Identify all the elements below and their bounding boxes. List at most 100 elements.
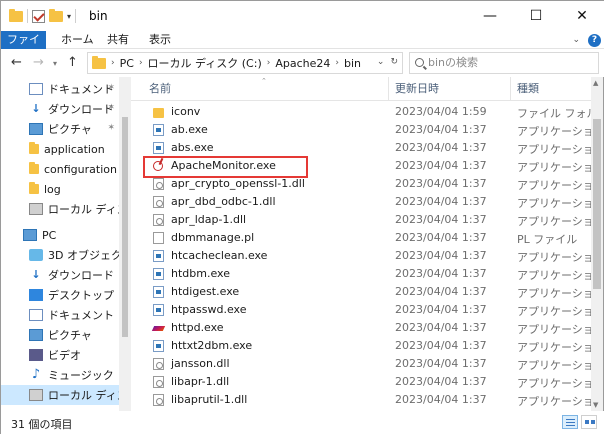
file-row[interactable]: htpasswd.exe 2023/04/04 1:37 アプリケーション	[131, 301, 591, 319]
nav-item-local-disk-quick[interactable]: ローカル ディスク (C	[1, 199, 131, 219]
document-icon	[29, 309, 43, 321]
file-row[interactable]: httpd.exe 2023/04/04 1:37 アプリケーション	[131, 319, 591, 337]
file-date: 2023/04/04 1:59	[395, 105, 487, 118]
nav-item-3d-objects[interactable]: 3D オブジェクト	[1, 245, 131, 265]
address-bar[interactable]: › PC › ローカル ディスク (C:) › Apache24 › bin ⌄…	[87, 52, 403, 74]
breadcrumb-local-disk[interactable]: ローカル ディスク (C:)	[148, 55, 262, 71]
file-row[interactable]: htdbm.exe 2023/04/04 1:37 アプリケーション	[131, 265, 591, 283]
file-type: アプリケーション	[517, 305, 591, 318]
file-row[interactable]: dbmmanage.pl 2023/04/04 1:37 PL ファイル	[131, 229, 591, 247]
maximize-button[interactable]: ☐	[513, 1, 559, 31]
breadcrumb-separator-icon[interactable]: ›	[267, 58, 271, 68]
nav-item-label: configuration	[44, 162, 117, 176]
nav-item-label: ダウンロード	[48, 269, 114, 282]
minimize-button[interactable]: —	[467, 1, 513, 31]
close-button[interactable]: ✕	[559, 1, 604, 31]
file-row[interactable]: htcacheclean.exe 2023/04/04 1:37 アプリケーション	[131, 247, 591, 265]
ribbon-tabs: ファイル ホーム 共有 表示 ⌄ ?	[1, 31, 604, 64]
status-bar: 31 個の項目	[1, 411, 604, 434]
column-header-name[interactable]: 名前	[143, 77, 389, 101]
column-header-type[interactable]: 種類	[511, 77, 591, 101]
breadcrumb-pc[interactable]: PC	[120, 57, 134, 70]
nav-item-application[interactable]: application	[1, 139, 119, 159]
file-type: アプリケーション	[517, 287, 591, 300]
file-name: ab.exe	[171, 123, 208, 136]
up-button[interactable]: ↑	[67, 55, 78, 70]
nav-item-local-disk[interactable]: ローカル ディスク (C	[1, 385, 131, 405]
forward-button[interactable]: →	[33, 55, 44, 70]
file-list-scrollbar-thumb[interactable]	[593, 119, 601, 289]
breadcrumb-apache24[interactable]: Apache24	[275, 57, 330, 70]
nav-item-log[interactable]: log	[1, 179, 119, 199]
application-icon	[153, 340, 164, 352]
file-name: apr_ldap-1.dll	[171, 213, 247, 226]
toolbar-divider	[27, 9, 28, 23]
nav-item-desktop[interactable]: デスクトップ	[1, 285, 119, 305]
nav-item-downloads[interactable]: ↓ ダウンロード	[1, 265, 119, 285]
file-date: 2023/04/04 1:37	[395, 339, 487, 352]
file-name: htcacheclean.exe	[171, 249, 268, 262]
dll-file-icon	[153, 376, 164, 388]
nav-item-documents[interactable]: ドキュメント	[1, 305, 119, 325]
file-row[interactable]: apr_crypto_openssl-1.dll 2023/04/04 1:37 ア…	[131, 175, 591, 193]
file-date: 2023/04/04 1:37	[395, 267, 487, 280]
scroll-down-icon[interactable]: ▼	[593, 401, 598, 409]
file-row[interactable]: jansson.dll 2023/04/04 1:37 アプリケーション拡張	[131, 355, 591, 373]
application-icon	[153, 286, 164, 298]
file-list-scrollbar[interactable]: ▲ ▼	[591, 77, 603, 411]
nav-item-downloads-pinned[interactable]: ↓ ダウンロード ✶	[1, 99, 119, 119]
file-row[interactable]: htdigest.exe 2023/04/04 1:37 アプリケーション	[131, 283, 591, 301]
nav-item-pc[interactable]: PC	[1, 225, 119, 245]
help-icon[interactable]: ?	[588, 33, 601, 47]
breadcrumb-bin[interactable]: bin	[344, 57, 361, 70]
nav-pane-scrollbar[interactable]	[119, 77, 131, 411]
breadcrumb-separator-icon[interactable]: ›	[139, 58, 143, 68]
file-row[interactable]: abs.exe 2023/04/04 1:37 アプリケーション	[131, 139, 591, 157]
tab-share[interactable]: 共有	[99, 31, 137, 49]
nav-pane-scrollbar-thumb[interactable]	[122, 117, 128, 337]
file-row[interactable]: apr_dbd_odbc-1.dll 2023/04/04 1:37 アプリケーショ…	[131, 193, 591, 211]
large-icons-view-button[interactable]	[581, 415, 597, 429]
folder-icon	[29, 162, 39, 174]
new-folder-icon[interactable]	[49, 8, 63, 22]
nav-item-configuration[interactable]: configuration	[1, 159, 119, 179]
file-row[interactable]: iconv 2023/04/04 1:59 ファイル フォルダー	[131, 103, 591, 121]
apache-monitor-icon	[153, 161, 163, 171]
file-row[interactable]: ApacheMonitor.exe 2023/04/04 1:37 アプリケーション	[131, 157, 591, 175]
address-dropdown-icon[interactable]: ⌄	[377, 57, 385, 67]
dll-file-icon	[153, 358, 164, 370]
breadcrumb-separator-icon[interactable]: ›	[335, 58, 339, 68]
tab-file[interactable]: ファイル	[1, 31, 46, 64]
scroll-up-icon[interactable]: ▲	[593, 79, 598, 87]
file-row[interactable]: apr_ldap-1.dll 2023/04/04 1:37 アプリケーション拡張	[131, 211, 591, 229]
file-row[interactable]: ab.exe 2023/04/04 1:37 アプリケーション	[131, 121, 591, 139]
file-row[interactable]: libaprutil-1.dll 2023/04/04 1:37 アプリケーション拡…	[131, 391, 591, 409]
tab-view[interactable]: 表示	[141, 31, 179, 49]
file-type: ファイル フォルダー	[517, 107, 591, 120]
nav-item-pictures-pinned[interactable]: ピクチャ ✶	[1, 119, 119, 139]
breadcrumb-separator-icon[interactable]: ›	[111, 58, 115, 68]
nav-item-documents-pinned[interactable]: ドキュメント ✶	[1, 79, 119, 99]
recent-locations-icon[interactable]: ▾	[53, 59, 57, 68]
column-header-date[interactable]: 更新日時	[389, 77, 511, 101]
nav-item-label: log	[44, 182, 61, 196]
expand-ribbon-icon[interactable]: ⌄	[572, 35, 580, 45]
video-icon	[29, 349, 43, 361]
tab-home[interactable]: ホーム	[53, 31, 102, 49]
details-view-button[interactable]	[562, 415, 578, 429]
search-box[interactable]: binの検索	[409, 52, 599, 74]
3d-objects-icon	[29, 249, 43, 261]
back-button[interactable]: ←	[11, 55, 22, 70]
window-title: bin	[89, 9, 108, 23]
nav-item-music[interactable]: ♪ ミュージック	[1, 365, 119, 385]
nav-item-pictures[interactable]: ピクチャ	[1, 325, 119, 345]
pc-icon	[23, 229, 37, 241]
search-placeholder: binの検索	[428, 56, 479, 69]
customize-toolbar-icon[interactable]: ▾	[67, 12, 71, 21]
file-date: 2023/04/04 1:37	[395, 375, 487, 388]
file-row[interactable]: httxt2dbm.exe 2023/04/04 1:37 アプリケーション	[131, 337, 591, 355]
nav-item-videos[interactable]: ビデオ	[1, 345, 119, 365]
file-row[interactable]: libapr-1.dll 2023/04/04 1:37 アプリケーション拡張	[131, 373, 591, 391]
properties-check-icon[interactable]	[32, 9, 45, 23]
refresh-icon[interactable]: ↻	[390, 57, 398, 67]
